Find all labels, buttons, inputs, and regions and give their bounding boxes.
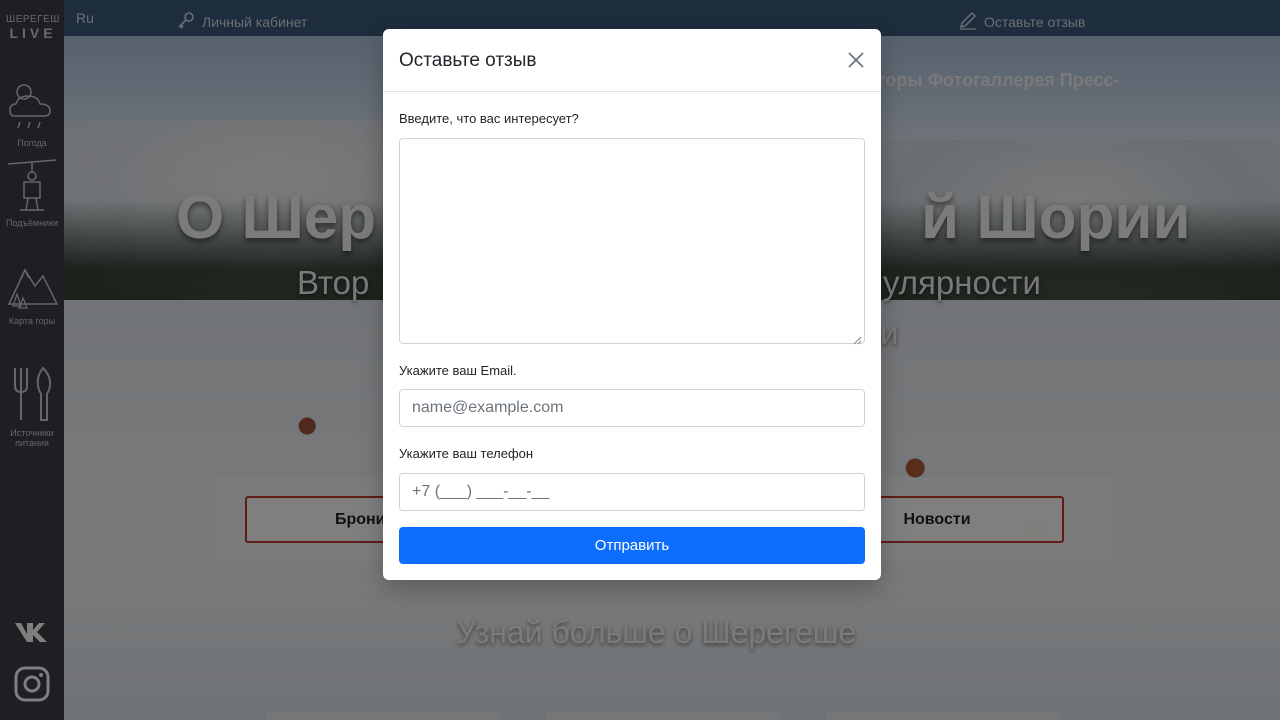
close-button[interactable] [845,49,867,71]
message-label: Введите, что вас интересует? [399,111,579,126]
message-textarea[interactable] [399,138,865,345]
review-modal: Оставьте отзыв Введите, что вас интересу… [383,29,881,580]
phone-field[interactable]: +7 (___) ___-__-__ [399,473,865,511]
close-icon [845,52,867,75]
phone-label: Укажите ваш телефон [399,446,534,461]
modal-header: Оставьте отзыв [383,29,881,92]
email-field[interactable]: name@example.com [399,389,865,427]
submit-button[interactable]: Отправить [399,527,865,564]
email-label: Укажите ваш Email. [399,363,517,378]
resize-grip-icon[interactable] [853,332,862,345]
modal-title: Оставьте отзыв [399,50,537,71]
